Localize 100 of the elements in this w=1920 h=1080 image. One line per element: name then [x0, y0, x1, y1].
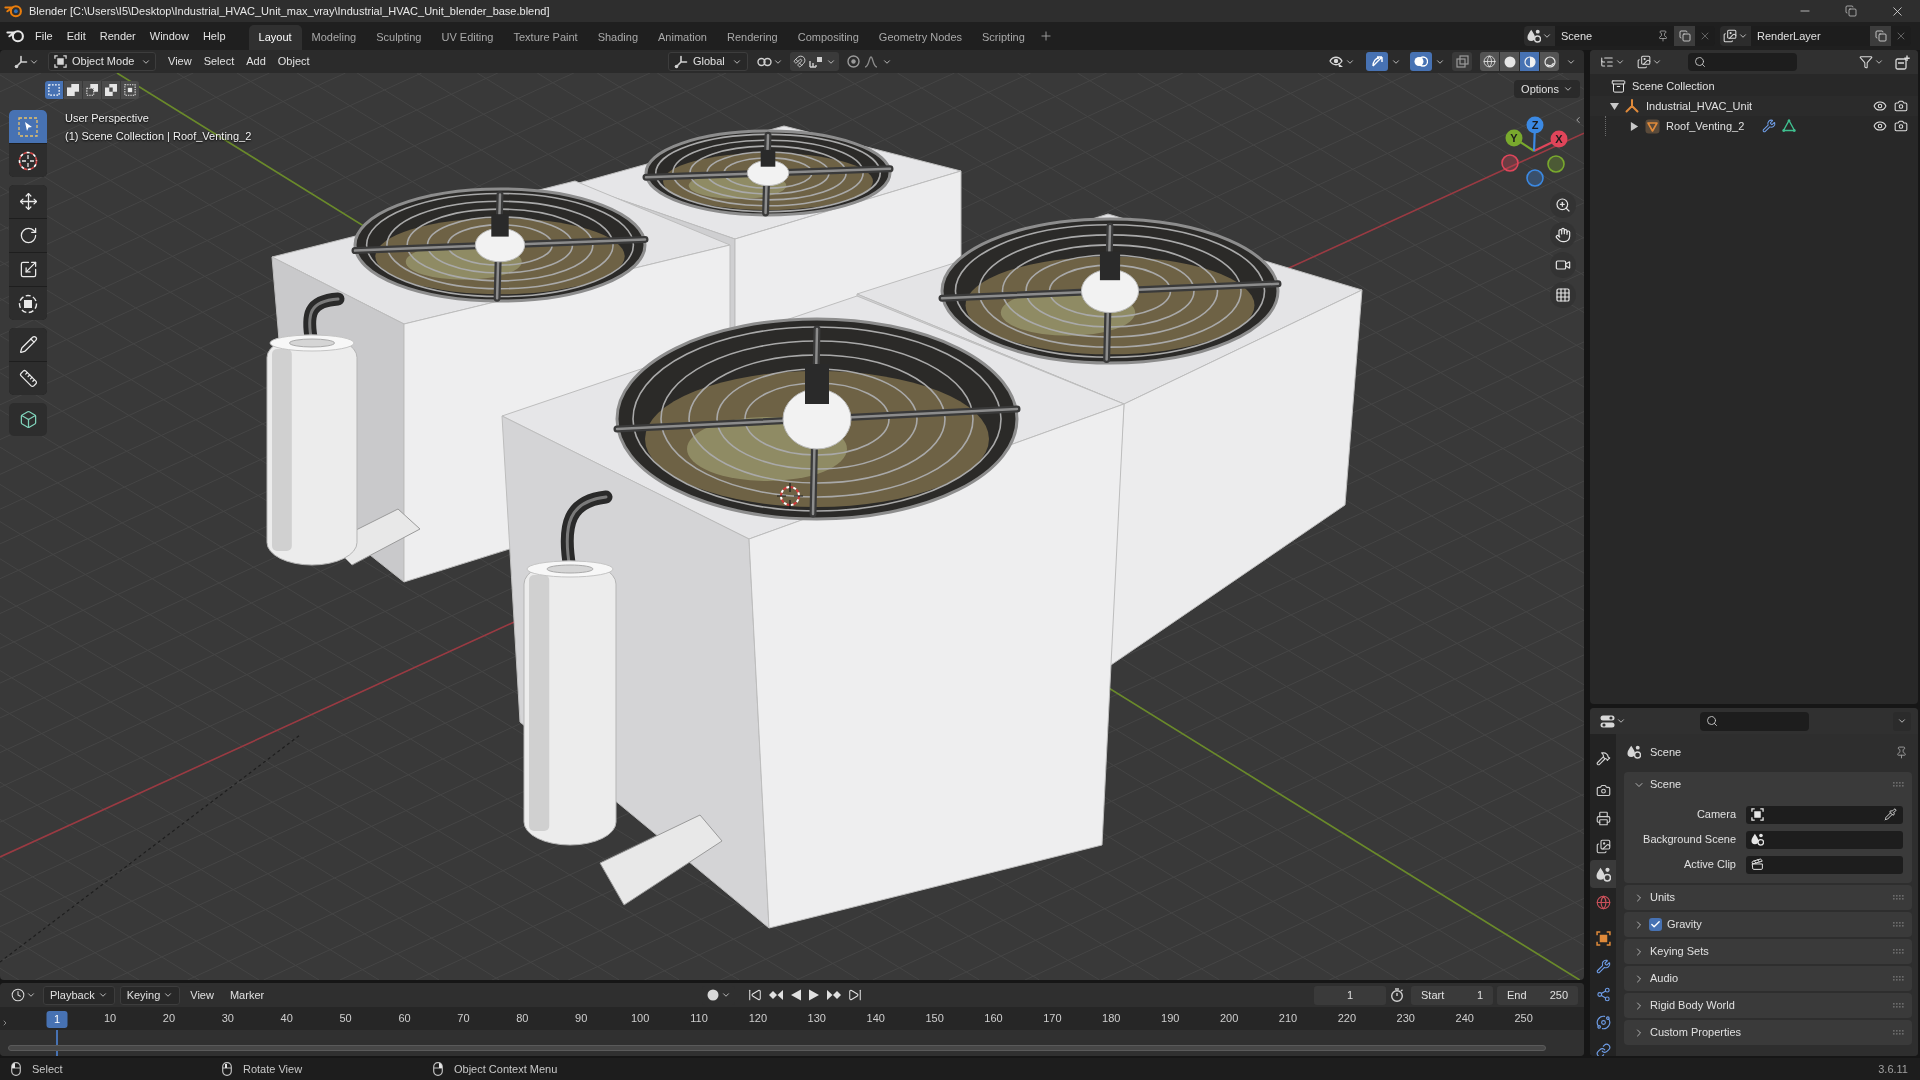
- axis-handle[interactable]: [1547, 155, 1565, 173]
- menu-item[interactable]: Help: [195, 25, 233, 47]
- play-icon[interactable]: [808, 989, 820, 1001]
- end-frame-field[interactable]: End 250: [1497, 985, 1578, 1005]
- checkbox[interactable]: [1649, 918, 1662, 931]
- workspace-tab[interactable]: Compositing: [787, 25, 869, 50]
- workspace-tab[interactable]: Geometry Nodes: [868, 25, 972, 50]
- panel-header[interactable]: Units: [1624, 885, 1912, 910]
- skip-back-icon[interactable]: [748, 988, 762, 1002]
- overlays-toggle[interactable]: [1410, 52, 1432, 71]
- bell-curve-icon[interactable]: [864, 55, 878, 68]
- menu-dropdown[interactable]: Playback: [43, 985, 115, 1005]
- camera-view-button[interactable]: [1550, 252, 1576, 278]
- selector-button[interactable]: [1720, 26, 1751, 46]
- tool-button[interactable]: [9, 253, 47, 286]
- tool-button[interactable]: [9, 328, 47, 361]
- menu-item[interactable]: Object: [271, 52, 316, 71]
- menu-item[interactable]: Select: [197, 52, 241, 71]
- workspace-tab[interactable]: Rendering: [716, 25, 788, 50]
- start-frame-field[interactable]: Start 1: [1411, 985, 1493, 1005]
- tool-button[interactable]: [9, 144, 47, 177]
- workspace-tab[interactable]: Shading: [587, 25, 649, 50]
- object-field[interactable]: [1746, 855, 1903, 874]
- axis-handle[interactable]: [1501, 154, 1519, 172]
- eyedropper-icon[interactable]: [1884, 808, 1897, 821]
- zoom-button[interactable]: [1550, 192, 1576, 218]
- eye-icon[interactable]: [1873, 99, 1887, 113]
- tool-button[interactable]: [9, 287, 47, 320]
- axis-handle[interactable]: [1526, 169, 1544, 187]
- tool-button[interactable]: [9, 219, 47, 252]
- disclosure-triangle-icon[interactable]: [1630, 121, 1639, 131]
- object-field[interactable]: [1746, 805, 1903, 824]
- pan-button[interactable]: [1550, 222, 1576, 248]
- panel-header[interactable]: Custom Properties: [1624, 1020, 1912, 1045]
- workspace-tab[interactable]: UV Editing: [431, 25, 504, 50]
- panel-header[interactable]: Audio: [1624, 966, 1912, 991]
- timeline-scrollbar[interactable]: [8, 1045, 1546, 1051]
- snap-target-icon[interactable]: [809, 55, 823, 68]
- gizmo-toggle[interactable]: [1366, 52, 1388, 71]
- menu-dropdown[interactable]: Keying: [119, 985, 181, 1005]
- selection-mode-button[interactable]: [64, 81, 82, 99]
- triangle-vertices-icon[interactable]: [1782, 119, 1797, 133]
- keyframe-forward-icon[interactable]: [826, 989, 842, 1001]
- tool-button[interactable]: [9, 185, 47, 218]
- chevron-right-icon[interactable]: [1, 1019, 9, 1027]
- selection-mode-button[interactable]: [121, 81, 139, 99]
- eye-icon[interactable]: [1873, 119, 1887, 133]
- selection-mode-button[interactable]: [83, 81, 101, 99]
- duplicate-button[interactable]: [1674, 26, 1695, 46]
- selection-mode-button[interactable]: [45, 81, 63, 99]
- menu-item[interactable]: Window: [142, 25, 196, 47]
- shading-mode-button[interactable]: [1540, 52, 1559, 71]
- orientation-dropdown[interactable]: Global: [668, 52, 748, 71]
- camera-icon[interactable]: [1894, 119, 1908, 133]
- playhead[interactable]: 1: [46, 1011, 68, 1028]
- menu-item[interactable]: Add: [240, 52, 272, 71]
- target-circle-icon[interactable]: [847, 55, 860, 68]
- menu-item[interactable]: File: [28, 25, 60, 47]
- play-reverse-icon[interactable]: [790, 989, 802, 1001]
- menu-item[interactable]: View: [184, 985, 220, 1005]
- shading-mode-button[interactable]: [1520, 52, 1539, 71]
- pin-icon[interactable]: [1895, 745, 1908, 759]
- stopwatch-icon[interactable]: [1390, 988, 1404, 1002]
- shading-mode-button[interactable]: [1500, 52, 1519, 71]
- workspace-tab[interactable]: Animation: [648, 25, 717, 50]
- menu-item[interactable]: View: [162, 52, 198, 71]
- shading-mode-button[interactable]: [1480, 52, 1499, 71]
- add-workspace-icon[interactable]: [1038, 29, 1053, 43]
- panel-header[interactable]: Gravity: [1624, 912, 1912, 937]
- chevron-left-icon[interactable]: [1573, 115, 1583, 125]
- camera-icon[interactable]: [1894, 99, 1908, 113]
- tool-button[interactable]: [9, 403, 47, 436]
- tool-button[interactable]: [9, 362, 47, 395]
- panel-header[interactable]: Scene: [1624, 772, 1912, 797]
- workspace-tab[interactable]: Sculpting: [366, 25, 432, 50]
- duplicate-button[interactable]: [1870, 26, 1891, 46]
- disclosure-triangle-icon[interactable]: [1610, 101, 1619, 111]
- wrench-icon[interactable]: [1762, 119, 1777, 133]
- menu-item[interactable]: Marker: [223, 985, 271, 1005]
- xray-toggle[interactable]: [1452, 52, 1472, 71]
- workspace-tab[interactable]: Modeling: [301, 25, 367, 50]
- search-field[interactable]: [1700, 711, 1809, 731]
- panel-header[interactable]: Rigid Body World: [1624, 993, 1912, 1018]
- panel-header[interactable]: Keying Sets: [1624, 939, 1912, 964]
- workspace-tab[interactable]: Layout: [248, 25, 302, 50]
- menu-item[interactable]: Edit: [59, 25, 93, 47]
- object-field[interactable]: [1746, 830, 1903, 849]
- selector-button[interactable]: [1524, 26, 1555, 46]
- skip-forward-icon[interactable]: [848, 988, 862, 1002]
- menu-item[interactable]: Render: [92, 25, 143, 47]
- properties-tab[interactable]: [1590, 860, 1616, 888]
- magnet-icon[interactable]: [793, 55, 806, 68]
- mode-dropdown[interactable]: Object Mode: [48, 52, 156, 71]
- search-field[interactable]: [1688, 53, 1797, 71]
- keyframe-back-icon[interactable]: [768, 989, 784, 1001]
- current-frame-field[interactable]: 1: [1314, 985, 1386, 1005]
- projection-button[interactable]: [1550, 282, 1576, 308]
- selection-mode-button[interactable]: [102, 81, 120, 99]
- options-dropdown[interactable]: Options: [1514, 80, 1580, 98]
- workspace-tab[interactable]: Scripting: [972, 25, 1035, 50]
